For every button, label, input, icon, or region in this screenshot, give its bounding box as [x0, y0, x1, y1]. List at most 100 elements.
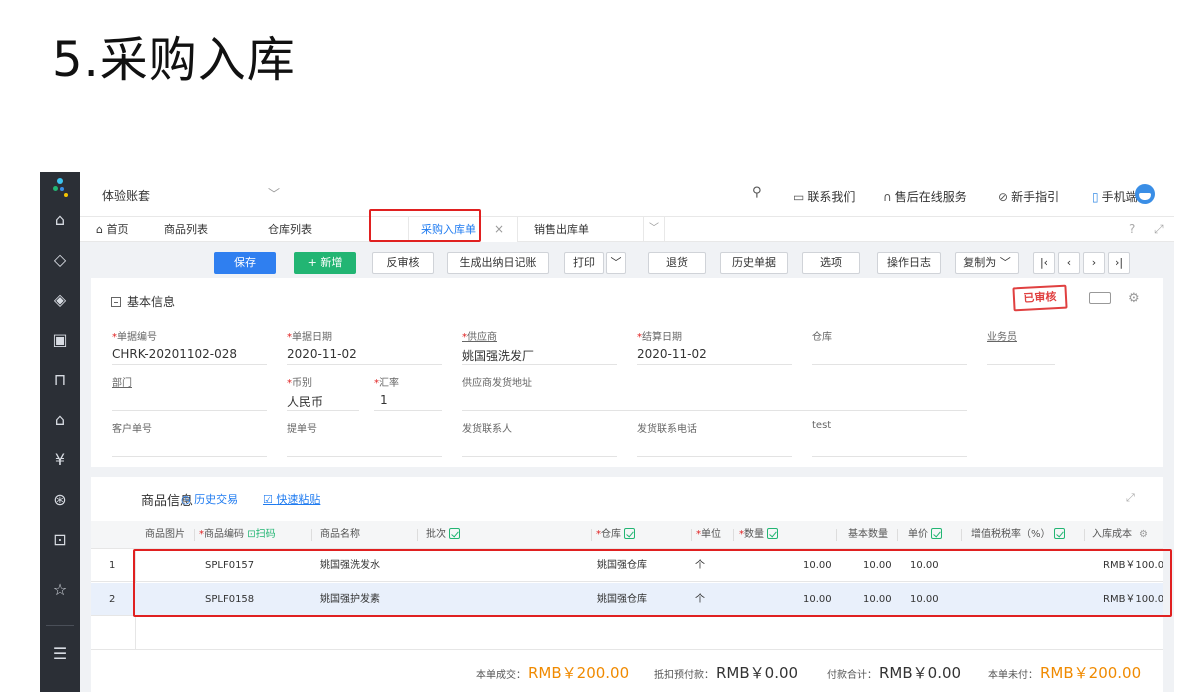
store-icon[interactable]: ⌂ — [48, 208, 72, 232]
sidebar: ⌂ ◇ ◈ ▣ ⊓ ⌂ ¥ ⊛ ⊡ ☆ ☰ — [40, 172, 80, 692]
basic-info-title[interactable]: 基本信息 — [111, 293, 175, 310]
field-value: 人民币 — [287, 395, 324, 409]
print-dropdown-chevron-icon[interactable]: ﹀ — [606, 252, 626, 274]
keyboard-icon[interactable] — [1089, 292, 1111, 304]
search-icon[interactable]: ⚲ — [752, 185, 762, 200]
return-button[interactable]: 退货 — [648, 252, 706, 274]
support-link[interactable]: ∩ 售后在线服务 — [883, 188, 967, 205]
history-button[interactable]: 历史单据 — [720, 252, 788, 274]
yen-circle-icon[interactable]: ⊛ — [48, 488, 72, 512]
tag-icon[interactable]: ◈ — [48, 288, 72, 312]
dept-field[interactable]: 部门 — [112, 374, 267, 411]
rate-field[interactable]: *汇率 1 — [374, 374, 442, 411]
field-label: 发货联系电话 — [637, 424, 697, 435]
scan-icon: ⊡ — [247, 529, 256, 540]
row-number: 2 — [109, 594, 116, 605]
checkbox-icon[interactable] — [767, 528, 778, 539]
test-field[interactable]: test — [812, 420, 967, 457]
col-warehouse[interactable]: *仓库 — [596, 521, 635, 549]
tab-warehouses[interactable]: 仓库列表 — [256, 217, 324, 242]
checkbox-icon[interactable] — [1053, 528, 1065, 539]
diamond-icon[interactable]: ◇ — [48, 248, 72, 272]
journal-button[interactable]: 生成出纳日记账 — [447, 252, 549, 274]
ship-phone-field[interactable]: 发货联系电话 — [637, 420, 792, 457]
prev-page-icon[interactable]: ‹ — [1058, 252, 1080, 274]
col-price[interactable]: 单价 — [908, 521, 942, 549]
chart-box-icon[interactable]: ▣ — [48, 328, 72, 352]
settle-date-field[interactable]: *结算日期 2020-11-02 — [637, 328, 792, 365]
report-icon[interactable]: ⊡ — [48, 528, 72, 552]
col-qty[interactable]: *数量 — [739, 521, 778, 549]
gear-icon[interactable]: ⚙ — [1128, 291, 1140, 306]
contact-link[interactable]: ▭ 联系我们 — [793, 188, 855, 205]
last-page-icon[interactable]: ›| — [1108, 252, 1130, 274]
field-value: 2020-11-02 — [637, 347, 707, 361]
quick-paste-link[interactable]: ☑ 快速粘贴 — [263, 491, 320, 507]
new-button[interactable]: + 新增 — [294, 252, 356, 274]
unpaid-total-label: 本单未付： — [988, 670, 1038, 681]
contact-label: 联系我们 — [807, 190, 856, 204]
totals-bar: 本单成交： RMB￥200.00 抵扣预付款： RMB￥0.00 付款合计： RMB￥… — [91, 649, 1163, 692]
sidebar-divider — [46, 625, 74, 626]
ship-contact-field[interactable]: 发货联系人 — [462, 420, 617, 457]
checkbox-icon[interactable] — [931, 528, 942, 539]
currency-field[interactable]: *币别 人民币 — [287, 374, 359, 411]
fullscreen-icon[interactable]: ⤢ — [1154, 222, 1164, 237]
deal-total: 本单成交： RMB￥200.00 — [476, 662, 629, 683]
doc-no-field[interactable]: *单据编号 CHRK-20201102-028 — [112, 328, 267, 365]
audited-stamp: 已审核 — [1012, 284, 1068, 312]
mobile-link[interactable]: ▯ 手机端 — [1092, 188, 1138, 205]
unpaid-total-value: RMB￥200.00 — [1040, 664, 1142, 682]
bag-icon[interactable]: ⊓ — [48, 368, 72, 392]
doc-date-field[interactable]: *单据日期 2020-11-02 — [287, 328, 442, 365]
star-icon[interactable]: ☆ — [48, 578, 72, 602]
checkbox-icon[interactable] — [624, 528, 635, 539]
print-button[interactable]: 打印 — [564, 252, 604, 274]
history-trade-link[interactable]: ◷ 历史交易 — [181, 491, 238, 507]
chevron-down-icon[interactable]: ﹀ — [268, 185, 280, 202]
copy-as-button[interactable]: 复制为 ﹀ — [955, 252, 1019, 274]
quick-paste-label: 快速粘贴 — [276, 493, 321, 506]
options-button[interactable]: 选项 — [802, 252, 860, 274]
column-settings-gear-icon[interactable]: ⚙ — [1139, 521, 1148, 549]
bill-no-field[interactable]: 提单号 — [287, 420, 442, 457]
col-tax-rate[interactable]: 增值税税率（%） — [971, 521, 1065, 549]
table-header: 商品图片 *商品编码 ⊡扫码 商品名称 批次 *仓库 *单位 *数量 基本数量 … — [91, 521, 1163, 549]
copy-as-label: 复制为 — [963, 256, 997, 269]
customer-no-field[interactable]: 客户单号 — [112, 420, 267, 457]
logo-icon[interactable] — [49, 178, 71, 200]
clock-icon: ◷ — [181, 493, 195, 506]
ship-address-field[interactable]: 供应商发货地址 — [462, 374, 967, 411]
prepay-total: 抵扣预付款： RMB￥0.00 — [654, 662, 798, 683]
unaudit-button[interactable]: 反审核 — [372, 252, 434, 274]
menu-settings-icon[interactable]: ☰ — [48, 642, 72, 666]
first-page-icon[interactable]: |‹ — [1033, 252, 1055, 274]
close-icon[interactable]: × — [494, 222, 504, 236]
tab-sales-outbound[interactable]: 销售出库单 — [522, 217, 601, 242]
prepay-total-value: RMB￥0.00 — [716, 664, 799, 682]
finance-icon[interactable]: ¥ — [48, 448, 72, 472]
col-batch[interactable]: 批次 — [426, 521, 460, 549]
tab-dropdown-chevron-icon[interactable]: ﹀ — [643, 217, 665, 242]
home-icon[interactable]: ⌂ — [48, 408, 72, 432]
guide-link[interactable]: ⊘ 新手指引 — [998, 188, 1059, 205]
warehouse-field[interactable]: 仓库 — [812, 328, 967, 365]
oplog-button[interactable]: 操作日志 — [877, 252, 941, 274]
col-base-qty: 基本数量 — [848, 529, 888, 540]
field-label: test — [812, 420, 832, 431]
help-icon[interactable]: ? — [1129, 222, 1135, 236]
tab-home[interactable]: ⌂ 首页 — [84, 217, 140, 242]
col-code[interactable]: *商品编码 ⊡扫码 — [199, 521, 276, 549]
checkbox-icon[interactable] — [449, 528, 460, 539]
col-cost: 入库成本 — [1092, 529, 1132, 540]
supplier-field[interactable]: *供应商 姚国强洗发厂 — [462, 328, 617, 365]
avatar[interactable] — [1135, 184, 1155, 204]
salesman-field[interactable]: 业务员 — [987, 328, 1055, 365]
save-button[interactable]: 保存 — [214, 252, 276, 274]
tab-products[interactable]: 商品列表 — [152, 217, 220, 242]
next-page-icon[interactable]: › — [1083, 252, 1105, 274]
chat-icon: ▭ — [793, 190, 805, 204]
account-selector[interactable]: 体验账套 — [102, 187, 150, 204]
prepay-total-label: 抵扣预付款： — [654, 670, 714, 681]
expand-icon[interactable]: ⤢ — [1126, 491, 1135, 505]
